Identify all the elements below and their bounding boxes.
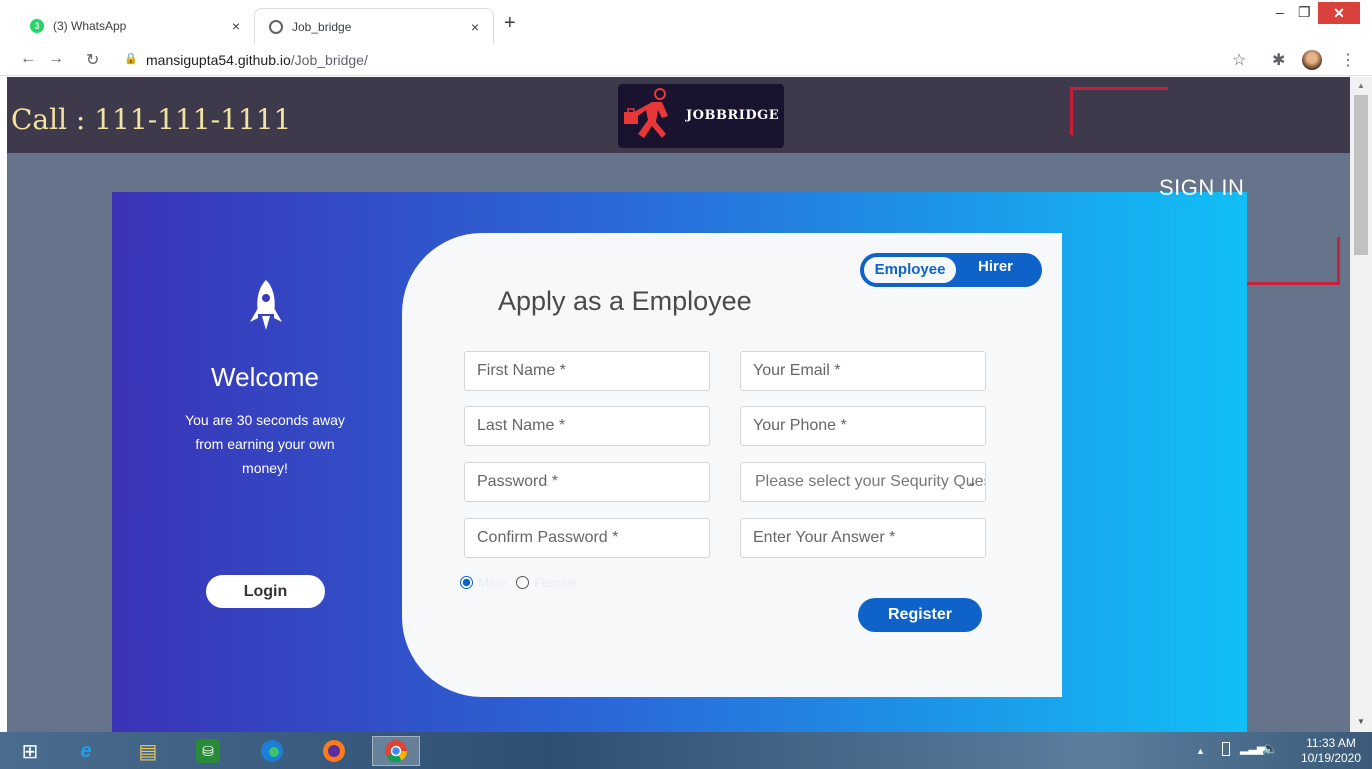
chrome-logo [385, 740, 407, 762]
file-explorer-icon[interactable]: ▤ [132, 736, 164, 766]
restore-icon[interactable]: ❐ [1298, 4, 1311, 21]
back-arrow-icon[interactable]: ← [20, 50, 36, 68]
logo-text: JOBBRIDGE [686, 108, 780, 123]
phone-input[interactable] [740, 406, 986, 446]
chevron-down-icon: ⌄ [966, 475, 977, 489]
login-button[interactable]: Login [206, 575, 325, 608]
female-label: Female [534, 575, 578, 590]
tab-job-bridge[interactable]: Job_bridge × [254, 8, 494, 44]
battery-icon[interactable] [1222, 742, 1230, 756]
register-card: Welcome You are 30 seconds away from ear… [112, 192, 1247, 732]
toggle-hirer-option[interactable]: Hirer [978, 258, 1013, 275]
welcome-subtitle: You are 30 seconds away from earning you… [185, 412, 345, 476]
edge-logo [261, 740, 283, 762]
scroll-down-icon[interactable]: ▼ [1357, 717, 1365, 726]
close-icon[interactable]: × [471, 19, 479, 35]
toggle-employee-option[interactable]: Employee [862, 255, 958, 285]
new-tab-button[interactable]: + [504, 12, 516, 35]
rocket-icon [250, 280, 282, 330]
forward-arrow-icon[interactable]: → [48, 50, 64, 68]
password-input[interactable] [464, 462, 710, 502]
welcome-title: Welcome [211, 362, 319, 392]
clock-time: 11:33 AM [1306, 736, 1356, 750]
form-panel: Employee Hirer Apply as a Employee Pleas… [402, 233, 1062, 697]
window-close-icon[interactable]: ✕ [1318, 2, 1360, 24]
windows-start-icon[interactable]: ⊞ [14, 736, 46, 766]
answer-input[interactable] [740, 518, 986, 558]
kebab-menu-icon[interactable]: ⋮ [1340, 50, 1356, 70]
extensions-puzzle-icon[interactable]: ✱ [1272, 50, 1285, 70]
site-logo[interactable]: JOBBRIDGE [618, 84, 784, 148]
url-path: /Job_bridge/ [290, 52, 368, 68]
scroll-thumb[interactable] [1354, 95, 1368, 255]
chrome-icon[interactable] [372, 736, 420, 766]
call-number: Call : 111-111-1111 [11, 103, 292, 136]
tab-title: Job_bridge [292, 19, 352, 34]
tray-expand-icon[interactable]: ▲ [1196, 746, 1205, 756]
url-domain: mansigupta54.github.io [146, 52, 291, 68]
url-field[interactable]: mansigupta54.github.io/Job_bridge/ [146, 52, 368, 68]
scroll-up-icon[interactable]: ▲ [1357, 81, 1365, 90]
decorative-bracket-top [1070, 87, 1168, 135]
firefox-icon[interactable] [318, 736, 350, 766]
store-icon[interactable]: ⛁ [196, 739, 220, 763]
running-man-logo-icon [624, 88, 668, 138]
form-title: Apply as a Employee [498, 286, 752, 316]
role-toggle[interactable]: Employee Hirer [860, 253, 1042, 287]
last-name-input[interactable] [464, 406, 710, 446]
volume-icon[interactable]: 🔈 [1262, 741, 1278, 757]
page-scrollbar[interactable]: ▲ ▼ [1350, 77, 1372, 732]
profile-avatar[interactable] [1302, 50, 1322, 70]
tab-title: (3) WhatsApp [53, 19, 127, 33]
confirm-password-input[interactable] [464, 518, 710, 558]
gender-radio-group: Male Female [460, 575, 588, 590]
internet-explorer-icon[interactable]: e [70, 736, 102, 766]
male-label: Male [478, 575, 507, 590]
security-question-placeholder: Please select your Sequrity Question [755, 473, 985, 490]
bookmark-star-icon[interactable]: ☆ [1232, 50, 1246, 70]
clock-date: 10/19/2020 [1300, 751, 1362, 765]
female-radio[interactable] [516, 576, 530, 589]
first-name-input[interactable] [464, 351, 710, 391]
reload-icon[interactable]: ↻ [86, 50, 99, 70]
close-icon[interactable]: × [232, 18, 240, 34]
sign-in-link[interactable]: SIGN IN [1159, 175, 1244, 201]
welcome-panel: Welcome You are 30 seconds away from ear… [112, 192, 418, 732]
edge-icon[interactable] [256, 736, 288, 766]
email-input[interactable] [740, 351, 986, 391]
browser-tab-bar: 3 (3) WhatsApp × Job_bridge × + – ❐ ✕ [0, 0, 1372, 44]
male-radio[interactable] [460, 576, 473, 589]
tab-whatsapp[interactable]: 3 (3) WhatsApp × [16, 8, 254, 44]
minimize-icon[interactable]: – [1276, 4, 1284, 20]
globe-icon [269, 19, 283, 34]
page-viewport: Call : 111-111-1111 JOBBRIDGE Welcome Yo… [7, 77, 1350, 732]
decorative-bracket-bottom [1242, 237, 1340, 285]
firefox-logo [323, 740, 345, 762]
windows-taskbar: ⊞ e ▤ ⛁ ▲ ▂▃▅ 🔈 11:33 AM 10/19/2020 [0, 732, 1372, 769]
register-button[interactable]: Register [858, 598, 982, 632]
whatsapp-icon: 3 [30, 19, 44, 33]
security-question-select[interactable]: Please select your Sequrity Question ⌄ [740, 462, 986, 502]
taskbar-clock[interactable]: 11:33 AM 10/19/2020 [1296, 736, 1366, 766]
lock-icon[interactable]: 🔒 [124, 52, 138, 65]
address-bar: ← → ↻ 🔒 mansigupta54.github.io/Job_bridg… [0, 44, 1372, 76]
